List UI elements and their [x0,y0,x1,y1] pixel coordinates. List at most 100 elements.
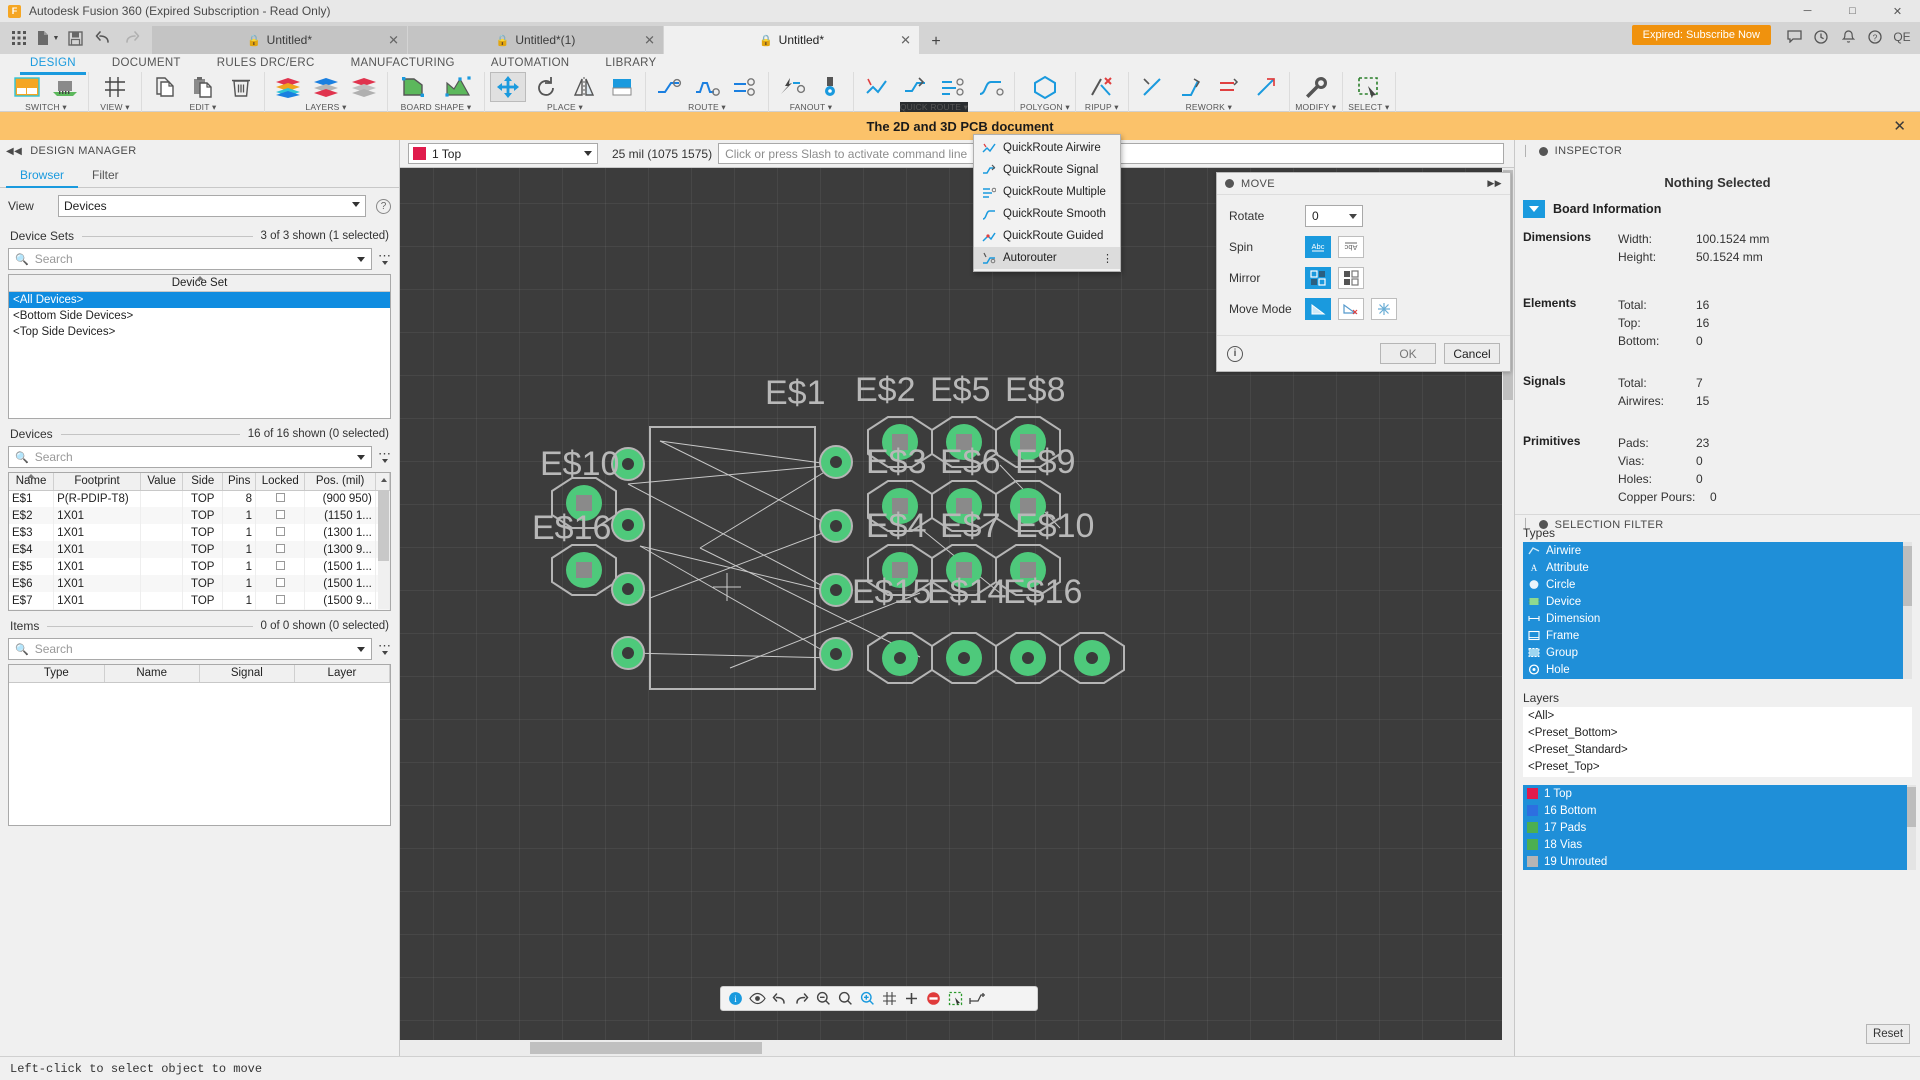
move-tool-icon[interactable] [490,72,526,102]
menu-item-quickroute-smooth[interactable]: QuickRoute Smooth [974,203,1120,225]
document-tab-3-close[interactable]: ✕ [900,34,911,47]
grid-icon[interactable] [6,25,32,51]
zoom-in-icon[interactable] [857,988,878,1009]
menu-item-autorouter[interactable]: Autorouter ⋮ [974,247,1120,269]
job-status-icon[interactable] [1809,25,1833,49]
filter-item-circle[interactable]: Circle [1523,576,1912,593]
switch-to-schematic-icon[interactable] [9,72,45,102]
layer-item-16-bottom[interactable]: 16 Bottom [1523,802,1912,819]
close-button[interactable]: ✕ [1875,0,1920,22]
col-name[interactable]: Name [104,665,200,683]
tab-library[interactable]: LIBRARY [587,54,674,72]
board-information-header[interactable]: Board Information [1515,200,1920,218]
menu-item-quickroute-airwire[interactable]: QuickRoute Airwire [974,137,1120,159]
col-value[interactable]: Value [140,473,184,491]
mirror-off-button[interactable] [1338,267,1364,289]
layer-preset-top-icon[interactable] [308,72,344,102]
quickroute-smooth-icon[interactable] [973,72,1009,102]
scrollbar-thumb[interactable] [1903,546,1912,606]
menu-item-quickroute-multiple[interactable]: QuickRoute Multiple [974,181,1120,203]
canvas-horizontal-scrollbar[interactable] [400,1040,1514,1056]
menu-item-quickroute-signal[interactable]: QuickRoute Signal [974,159,1120,181]
subscribe-button[interactable]: Expired: Subscribe Now [1631,24,1771,45]
move-mode-snap-button[interactable] [1371,298,1397,320]
reset-button[interactable]: Reset [1866,1024,1910,1044]
device-sets-searchbox[interactable]: 🔍 [8,248,372,270]
panel-grip-icon[interactable]: │ [1523,146,1530,157]
col-pos[interactable]: Pos. (mil) [304,473,376,491]
list-item[interactable]: <Preset_Top> [1524,759,1911,776]
device-sets-more-button[interactable]: ⋯ [378,249,391,265]
active-layer-select[interactable]: 1 Top [408,143,598,164]
chevron-down-icon[interactable] [357,646,365,652]
locked-checkbox[interactable] [275,526,285,536]
document-tab-1-close[interactable]: ✕ [388,34,399,47]
via-fanout-icon[interactable] [812,72,848,102]
list-item[interactable]: <Bottom Side Devices> [9,308,390,324]
items-searchbox[interactable]: 🔍 [8,638,372,660]
tab-browser[interactable]: Browser [6,162,79,188]
grid-settings-icon[interactable] [94,72,136,102]
col-footprint[interactable]: Footprint [53,473,142,491]
move-mode-normal-button[interactable] [1305,298,1331,320]
tab-design[interactable]: DESIGN [12,54,94,75]
locked-checkbox[interactable] [275,560,285,570]
move-mode-no-airwire-button[interactable] [1338,298,1364,320]
route-differential-icon[interactable] [727,72,763,102]
expand-icon[interactable]: ▶▶ [1487,178,1502,189]
table-row[interactable]: E$7 1X01 TOP 1 (1500 9... [9,592,390,609]
types-scrollbar[interactable] [1903,542,1912,679]
paste-icon[interactable] [185,72,221,102]
copy-icon[interactable] [147,72,183,102]
ribbon-group-quick-route-label[interactable]: QUICK ROUTE ▾ [899,102,969,112]
eye-icon[interactable] [747,988,768,1009]
route-trace-icon[interactable] [651,72,687,102]
layer-item-17-pads[interactable]: 17 Pads [1523,819,1912,836]
mirror-on-button[interactable] [1305,267,1331,289]
move-dialog[interactable]: MOVE ▶▶ Rotate 0 Spin Abc Abc Mirror Mov… [1216,172,1511,372]
board-profile-icon[interactable] [437,72,479,102]
polygon-icon[interactable] [1024,72,1066,102]
notifications-icon[interactable] [1836,25,1860,49]
submenu-indicator-icon[interactable]: ⋮ [1102,252,1114,265]
layers-scrollbar[interactable] [1907,785,1916,870]
collapse-toggle-icon[interactable] [1523,200,1545,218]
col-layer[interactable]: Layer [294,665,390,683]
undo-icon[interactable] [769,988,790,1009]
table-row[interactable]: E$5 1X01 TOP 1 (1500 1... [9,558,390,575]
redo-icon[interactable] [791,988,812,1009]
menu-item-quickroute-guided[interactable]: QuickRoute Guided [974,225,1120,247]
filter-item-attribute[interactable]: A Attribute [1523,559,1912,576]
filter-item-device[interactable]: Device [1523,593,1912,610]
items-more-button[interactable]: ⋯ [378,639,391,655]
filter-item-dimension[interactable]: Dimension [1523,610,1912,627]
add-tab-button[interactable]: + [926,33,946,51]
list-item[interactable]: <Preset_Bottom> [1524,725,1911,742]
table-row[interactable]: E$81X01TOP1(1700 1... [9,609,390,610]
locked-checkbox[interactable] [275,594,285,604]
devices-search-input[interactable] [28,447,357,467]
user-avatar[interactable]: QE [1890,27,1914,47]
comments-icon[interactable] [1782,25,1806,49]
layer-preset-standard-icon[interactable] [346,72,382,102]
locked-checkbox[interactable] [275,509,285,519]
board-outline-icon[interactable] [393,72,435,102]
items-table-wrap[interactable]: Type Name Signal Layer [8,664,391,826]
measure-icon[interactable] [967,988,988,1009]
locked-checkbox[interactable] [275,492,285,502]
document-tab-3[interactable]: 🔒 Untitled* ✕ [664,26,919,54]
col-signal[interactable]: Signal [199,665,295,683]
table-row[interactable]: E$6 1X01 TOP 1 (1500 1... [9,575,390,592]
fanout-icon[interactable] [774,72,810,102]
list-item[interactable]: <Top Side Devices> [9,324,390,340]
table-row[interactable]: E$1 P(R-PDIP-T8) TOP 8 (900 950) [9,490,390,507]
ribbon-group-quick-route[interactable]: QUICK ROUTE ▾ [854,72,1015,112]
quickroute-airwire-icon[interactable] [859,72,895,102]
list-item[interactable]: <All Devices> [9,292,390,308]
rework-mitre-icon[interactable] [1172,72,1208,102]
filter-item-airwire[interactable]: Airwire [1523,542,1912,559]
scrollbar-thumb[interactable] [378,491,389,561]
maximize-button[interactable]: □ [1830,0,1875,22]
col-locked[interactable]: Locked [255,473,306,491]
device-sets-search-input[interactable] [28,249,357,269]
